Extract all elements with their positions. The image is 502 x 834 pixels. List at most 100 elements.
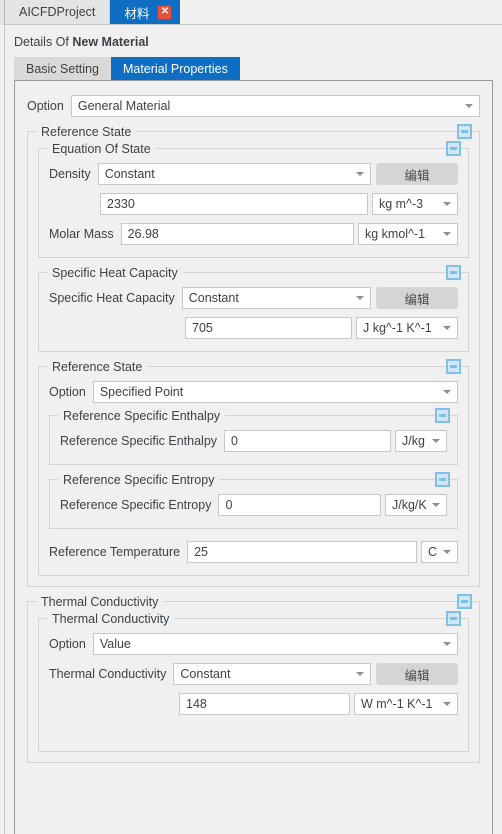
thermal-conductivity-label: Thermal Conductivity bbox=[49, 667, 167, 681]
page-title-name: New Material bbox=[72, 35, 149, 49]
specific-heat-capacity-label: Specific Heat Capacity bbox=[49, 291, 175, 305]
thermal-conductivity-option-value: Value bbox=[99, 637, 131, 651]
thermal-conductivity-mode-select[interactable]: Constant bbox=[173, 663, 371, 685]
reference-temperature-label: Reference Temperature bbox=[49, 545, 181, 559]
reference-specific-enthalpy-unit-value: J/kg bbox=[402, 434, 425, 448]
option-row: Option General Material bbox=[27, 95, 480, 117]
option-select[interactable]: General Material bbox=[70, 95, 480, 117]
molar-mass-value: 26.98 bbox=[127, 227, 159, 241]
molar-mass-unit-value: kg kmol^-1 bbox=[365, 227, 426, 241]
close-icon[interactable]: ✕ bbox=[157, 4, 173, 20]
collapse-icon[interactable] bbox=[446, 359, 461, 374]
window-tab-material[interactable]: 材料 ✕ bbox=[110, 0, 181, 24]
reference-specific-enthalpy-unit-select[interactable]: J/kg bbox=[395, 430, 447, 452]
group-thermal-conductivity-inner: Thermal Conductivity Option Value Therma… bbox=[38, 611, 469, 752]
molar-mass-row: Molar Mass 26.98 kg kmol^-1 bbox=[49, 223, 458, 245]
group-title: Reference State bbox=[36, 125, 137, 139]
reference-specific-entropy-unit-value: J/kg/K bbox=[392, 498, 427, 512]
window-tab-aicfdproject[interactable]: AICFDProject bbox=[5, 0, 111, 24]
collapse-icon[interactable] bbox=[435, 408, 450, 423]
group-title: Specific Heat Capacity bbox=[47, 266, 183, 280]
reference-specific-enthalpy-row: Reference Specific Enthalpy 0 J/kg bbox=[60, 430, 447, 452]
chevron-down-icon bbox=[443, 390, 451, 394]
chevron-down-icon bbox=[465, 104, 473, 108]
reference-state-option-label: Option bbox=[49, 385, 86, 399]
specific-heat-capacity-mode-select[interactable]: Constant bbox=[181, 287, 371, 309]
collapse-icon[interactable] bbox=[435, 472, 450, 487]
collapse-icon[interactable] bbox=[446, 141, 461, 156]
chevron-down-icon bbox=[356, 296, 364, 300]
left-edge-rail bbox=[0, 0, 5, 834]
group-title: Reference State bbox=[47, 360, 148, 374]
collapse-icon[interactable] bbox=[446, 265, 461, 280]
density-edit-button[interactable]: 编辑 bbox=[376, 163, 458, 185]
reference-specific-entropy-label: Reference Specific Entropy bbox=[60, 498, 212, 512]
chevron-down-icon bbox=[432, 439, 440, 443]
density-mode-value: Constant bbox=[104, 167, 155, 181]
group-specific-heat-capacity: Specific Heat Capacity Specific Heat Cap… bbox=[38, 265, 469, 352]
reference-temperature-input[interactable]: 25 bbox=[187, 541, 417, 563]
reference-specific-entropy-unit-select[interactable]: J/kg/K bbox=[385, 494, 447, 516]
specific-heat-capacity-value-row: 705 J kg^-1 K^-1 bbox=[49, 317, 458, 339]
thermal-conductivity-value: 148 bbox=[186, 697, 207, 711]
chevron-down-icon bbox=[443, 202, 451, 206]
reference-state-option-value: Specified Point bbox=[99, 385, 184, 399]
reference-specific-entropy-input[interactable]: 0 bbox=[218, 494, 381, 516]
properties-panel: Option General Material Reference State … bbox=[14, 80, 493, 834]
thermal-conductivity-unit-select[interactable]: W m^-1 K^-1 bbox=[354, 693, 458, 715]
chevron-down-icon bbox=[443, 642, 451, 646]
group-title: Reference Specific Enthalpy bbox=[58, 409, 226, 423]
sub-tab-bar: Basic Setting Material Properties bbox=[14, 57, 240, 82]
density-unit-select[interactable]: kg m^-3 bbox=[372, 193, 458, 215]
chevron-down-icon bbox=[443, 232, 451, 236]
collapse-icon[interactable] bbox=[446, 611, 461, 626]
chevron-down-icon bbox=[443, 326, 451, 330]
density-label: Density bbox=[49, 167, 91, 181]
chevron-down-icon bbox=[356, 172, 364, 176]
specific-heat-capacity-mode-value: Constant bbox=[188, 291, 239, 305]
group-title: Thermal Conductivity bbox=[47, 612, 175, 626]
group-thermal-conductivity: Thermal Conductivity Thermal Conductivit… bbox=[27, 594, 480, 763]
reference-specific-enthalpy-input[interactable]: 0 bbox=[224, 430, 391, 452]
molar-mass-unit-select[interactable]: kg kmol^-1 bbox=[358, 223, 458, 245]
reference-specific-enthalpy-label: Reference Specific Enthalpy bbox=[60, 434, 218, 448]
collapse-icon[interactable] bbox=[457, 124, 472, 139]
collapse-icon[interactable] bbox=[457, 594, 472, 609]
specific-heat-capacity-unit-select[interactable]: J kg^-1 K^-1 bbox=[356, 317, 458, 339]
window-tab-label: 材料 bbox=[124, 6, 150, 21]
tab-material-properties[interactable]: Material Properties bbox=[110, 57, 240, 82]
specific-heat-capacity-edit-button[interactable]: 编辑 bbox=[376, 287, 458, 309]
window-tab-strip: AICFDProject 材料 ✕ bbox=[5, 0, 502, 25]
group-reference-state-inner: Reference State Option Specified Point R… bbox=[38, 359, 469, 576]
density-row: Density Constant 编辑 bbox=[49, 163, 458, 185]
density-unit-value: kg m^-3 bbox=[379, 197, 424, 211]
reference-state-option-select[interactable]: Specified Point bbox=[92, 381, 458, 403]
chevron-down-icon bbox=[443, 702, 451, 706]
specific-heat-capacity-input[interactable]: 705 bbox=[185, 317, 352, 339]
density-mode-select[interactable]: Constant bbox=[97, 163, 371, 185]
group-title: Equation Of State bbox=[47, 142, 156, 156]
thermal-conductivity-unit-value: W m^-1 K^-1 bbox=[361, 697, 433, 711]
density-value-row: 2330 kg m^-3 bbox=[49, 193, 458, 215]
tab-basic-setting[interactable]: Basic Setting bbox=[14, 57, 111, 82]
reference-temperature-value: 25 bbox=[194, 545, 208, 559]
thermal-conductivity-edit-button[interactable]: 编辑 bbox=[376, 663, 458, 685]
reference-specific-enthalpy-value: 0 bbox=[231, 434, 238, 448]
density-value: 2330 bbox=[107, 197, 135, 211]
group-title: Thermal Conductivity bbox=[36, 595, 164, 609]
thermal-conductivity-input[interactable]: 148 bbox=[179, 693, 350, 715]
thermal-conductivity-option-row: Option Value bbox=[49, 633, 458, 655]
thermal-conductivity-row: Thermal Conductivity Constant 编辑 bbox=[49, 663, 458, 685]
thermal-conductivity-option-select[interactable]: Value bbox=[92, 633, 458, 655]
molar-mass-input[interactable]: 26.98 bbox=[120, 223, 354, 245]
density-value-input[interactable]: 2330 bbox=[100, 193, 368, 215]
tab-strip-filler bbox=[180, 0, 502, 24]
specific-heat-capacity-row: Specific Heat Capacity Constant 编辑 bbox=[49, 287, 458, 309]
reference-specific-entropy-value: 0 bbox=[225, 498, 233, 512]
option-value: General Material bbox=[77, 99, 171, 113]
reference-temperature-unit-select[interactable]: C bbox=[421, 541, 458, 563]
chevron-down-icon bbox=[432, 503, 440, 507]
group-reference-specific-enthalpy: Reference Specific Enthalpy Reference Sp… bbox=[49, 408, 458, 465]
window-tab-label: AICFDProject bbox=[19, 5, 96, 19]
reference-state-option-row: Option Specified Point bbox=[49, 381, 458, 403]
